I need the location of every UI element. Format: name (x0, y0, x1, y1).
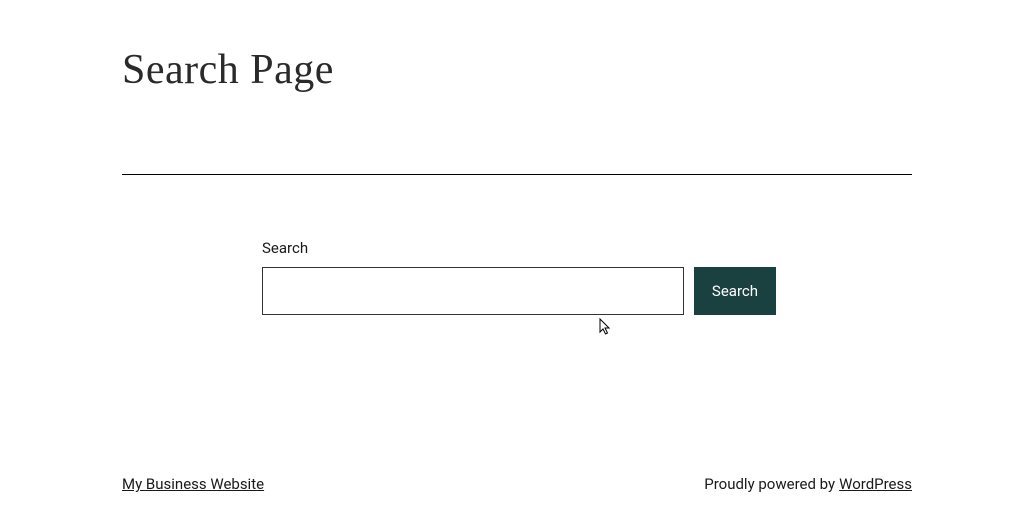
page-title: Search Page (122, 46, 912, 94)
cursor-icon (599, 318, 613, 336)
powered-by-text: Proudly powered by (704, 475, 835, 493)
search-row: Search (262, 267, 776, 315)
footer-left: My Business Website (122, 475, 264, 493)
wordpress-link[interactable]: WordPress (839, 475, 912, 493)
search-button[interactable]: Search (694, 267, 776, 315)
divider (122, 174, 912, 175)
main-content: Search Page Search Search (0, 0, 1030, 315)
footer-right: Proudly powered by WordPress (704, 475, 912, 493)
search-block: Search Search (262, 239, 776, 315)
footer: My Business Website Proudly powered by W… (0, 475, 1030, 493)
site-link[interactable]: My Business Website (122, 475, 264, 493)
search-input[interactable] (262, 267, 684, 315)
search-label: Search (262, 239, 776, 257)
